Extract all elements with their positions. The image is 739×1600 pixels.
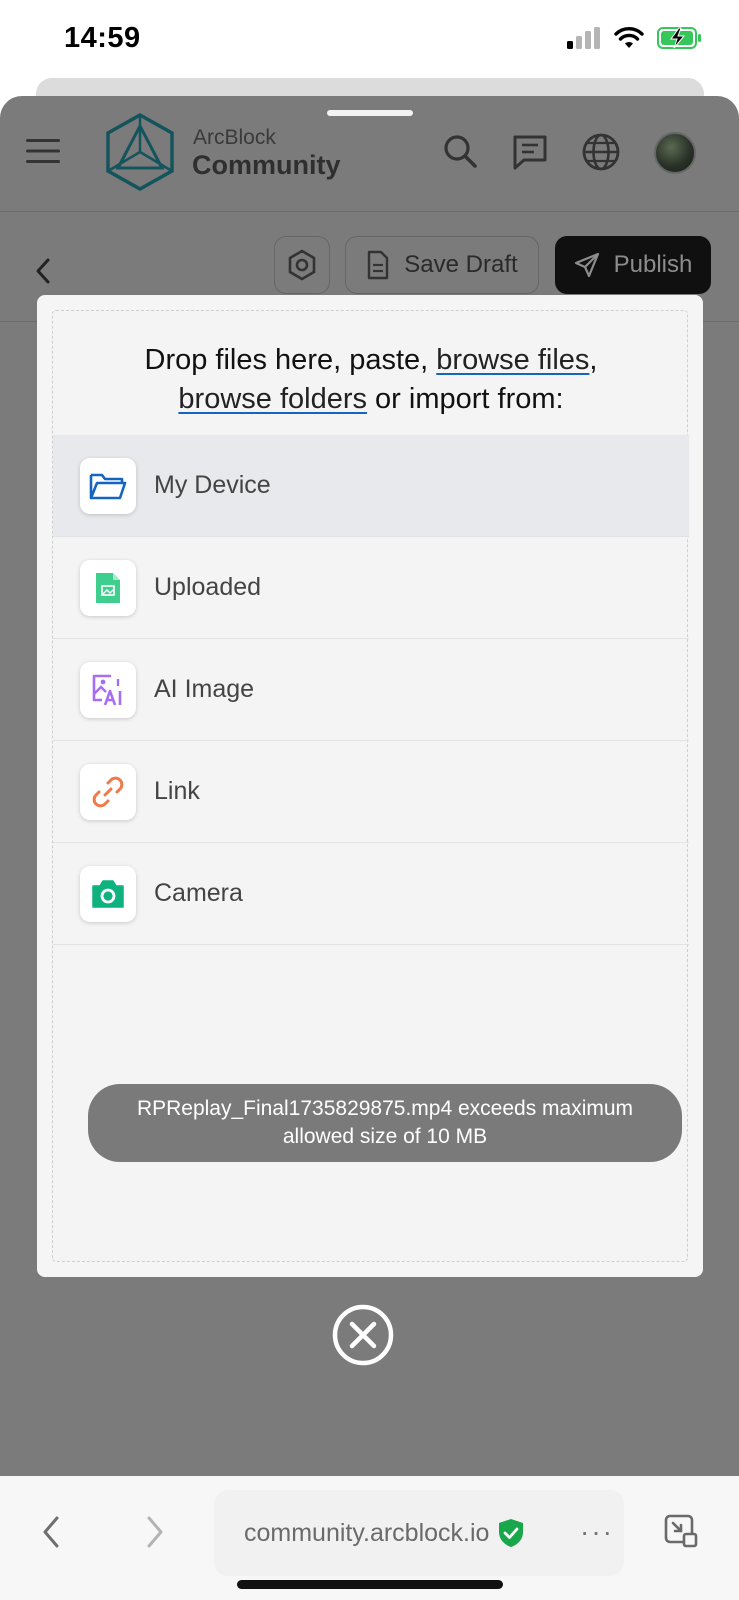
user-avatar[interactable] <box>654 132 696 174</box>
toast-message-line1: RPReplay_Final1735829875.mp4 exceeds max… <box>136 1097 634 1120</box>
settings-button[interactable] <box>274 236 330 294</box>
address-bar[interactable]: community.arcblock.io <box>214 1490 624 1576</box>
status-icons <box>567 26 703 50</box>
camera-icon <box>92 879 124 908</box>
ai-image-icon <box>92 674 122 705</box>
minimize-window-icon[interactable] <box>664 1514 698 1548</box>
save-draft-button[interactable]: Save Draft <box>345 236 539 294</box>
import-source-list: My Device Uploaded AI Image Link Camera <box>53 435 689 945</box>
drop-zone-title: Drop files here, paste, browse files, br… <box>53 341 689 419</box>
arcblock-logo-icon[interactable] <box>104 112 176 192</box>
browser-back-icon[interactable] <box>40 1514 62 1550</box>
battery-charging-icon <box>657 27 701 49</box>
drop-title-comma: , <box>589 344 598 376</box>
source-label: Link <box>154 777 200 805</box>
folder-icon <box>89 473 127 499</box>
source-uploaded[interactable]: Uploaded <box>53 537 689 639</box>
status-time: 14:59 <box>64 22 141 54</box>
brand-name-small: ArcBlock <box>193 126 276 149</box>
source-icon-box <box>80 763 136 820</box>
file-drop-zone[interactable]: Drop files here, paste, browse files, br… <box>52 310 689 1262</box>
source-icon-box <box>80 559 136 616</box>
error-toast: RPReplay_Final1735829875.mp4 exceeds max… <box>88 1084 682 1162</box>
publish-label: Publish <box>613 251 693 278</box>
save-draft-label: Save Draft <box>404 251 518 278</box>
back-chevron-icon[interactable] <box>32 254 54 288</box>
app-header: ArcBlock Community <box>0 96 739 212</box>
toast-message-line2: allowed size of 10 MB <box>282 1125 488 1148</box>
source-my-device[interactable]: My Device <box>53 435 689 537</box>
more-options-icon[interactable]: ··· <box>580 1516 614 1548</box>
upload-modal: Drop files here, paste, browse files, br… <box>37 295 703 1277</box>
brand-name-large: Community <box>192 150 341 180</box>
browser-forward-icon[interactable] <box>144 1514 166 1550</box>
cellular-signal-icon <box>567 27 600 49</box>
hexagon-settings-icon <box>288 249 316 281</box>
source-icon-box <box>80 457 136 514</box>
drop-title-text: Drop files here, paste, <box>144 344 437 376</box>
search-icon[interactable] <box>440 132 480 172</box>
image-file-icon <box>96 572 120 603</box>
source-label: AI Image <box>154 675 255 703</box>
browse-folders-link[interactable]: browse folders <box>178 383 367 415</box>
wifi-icon <box>614 27 644 48</box>
secure-shield-icon <box>499 1519 524 1547</box>
url-text: community.arcblock.io <box>244 1518 490 1547</box>
document-icon <box>368 250 389 280</box>
source-label: Uploaded <box>154 573 262 601</box>
source-camera[interactable]: Camera <box>53 843 689 945</box>
globe-icon[interactable] <box>581 132 621 172</box>
source-label: My Device <box>154 471 271 499</box>
source-label: Camera <box>154 879 243 907</box>
status-bar: 14:59 <box>0 0 739 80</box>
link-icon <box>92 776 124 807</box>
home-indicator <box>237 1580 503 1589</box>
browse-files-link[interactable]: browse files <box>436 344 589 376</box>
publish-button[interactable]: Publish <box>555 236 711 294</box>
source-ai-image[interactable]: AI Image <box>53 639 689 741</box>
send-icon <box>574 252 599 278</box>
source-icon-box <box>80 661 136 718</box>
chat-icon[interactable] <box>510 132 550 172</box>
source-icon-box <box>80 865 136 922</box>
close-icon[interactable] <box>331 1303 395 1367</box>
hamburger-menu-icon[interactable] <box>26 138 60 164</box>
source-link[interactable]: Link <box>53 741 689 843</box>
drop-title-text-end: or import from: <box>367 383 564 415</box>
